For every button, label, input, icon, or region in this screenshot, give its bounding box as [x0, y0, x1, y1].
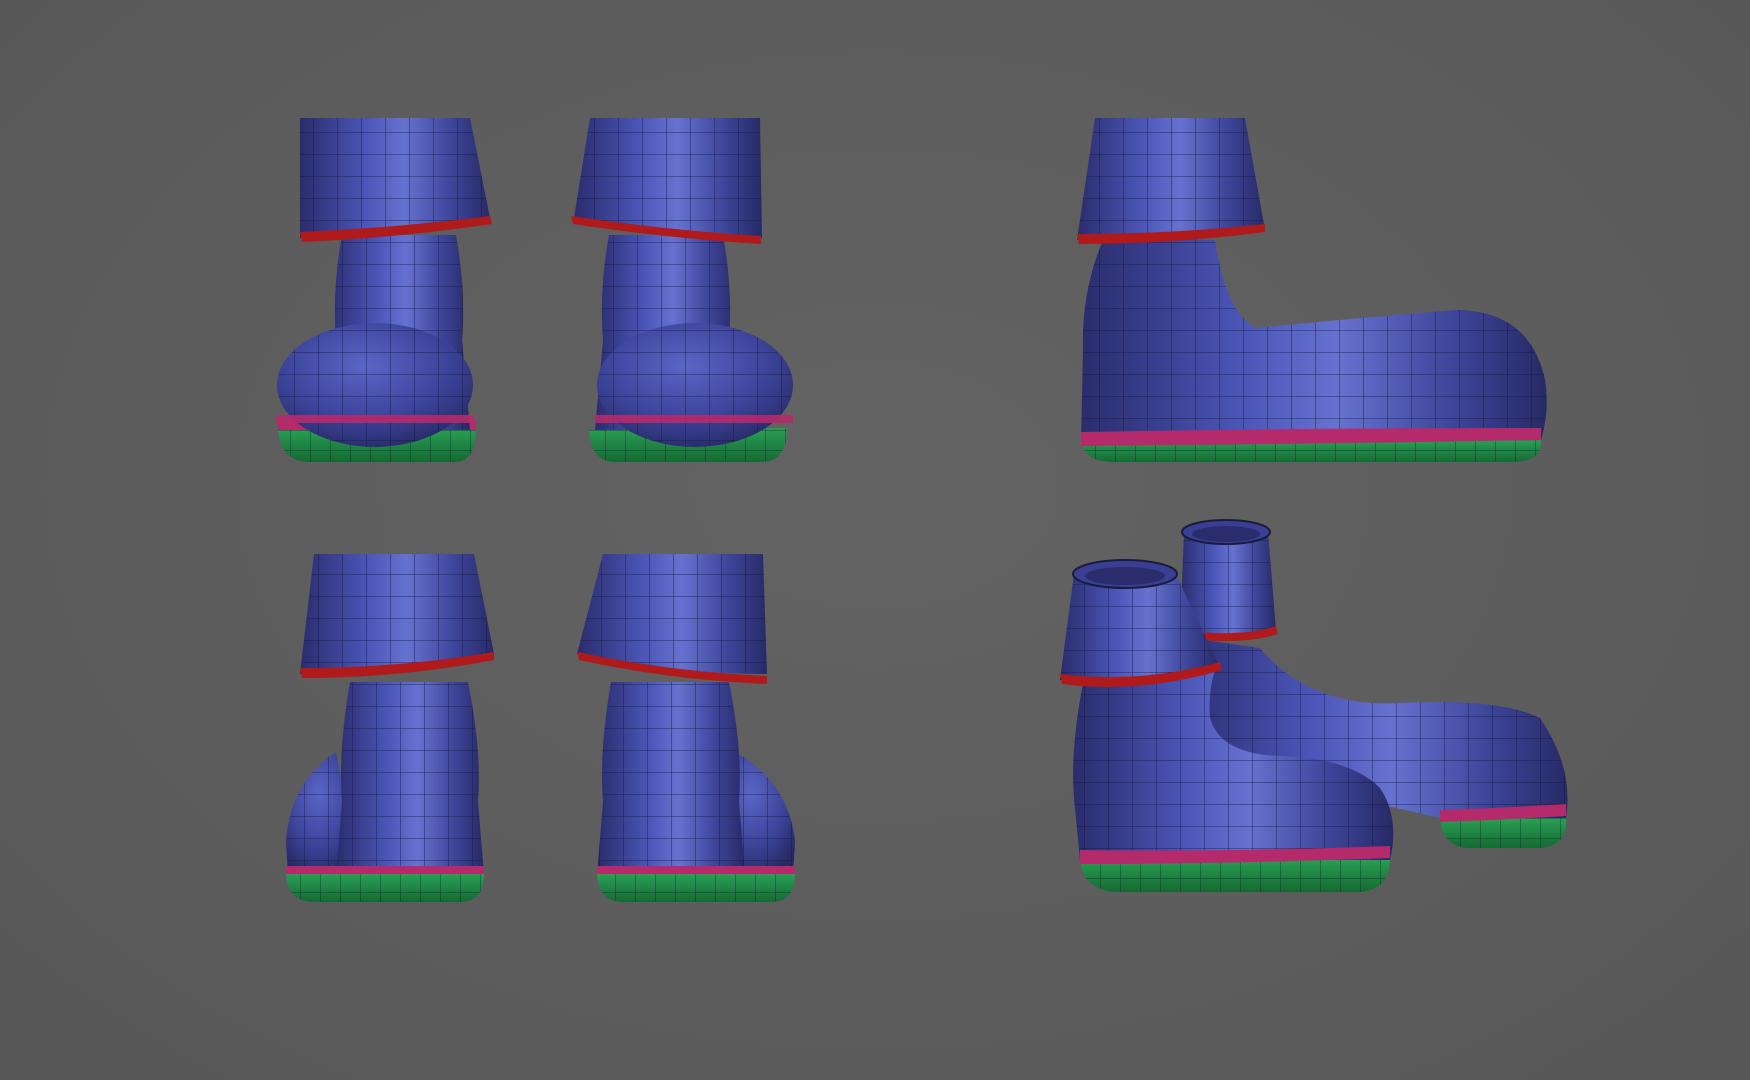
boot-model [1060, 519, 1568, 892]
back-right-boot[interactable] [575, 552, 805, 912]
side-boot[interactable] [1075, 110, 1555, 470]
boot-model [276, 118, 492, 462]
boot-model [1077, 118, 1547, 462]
pair-perspective[interactable] [1060, 518, 1580, 908]
front-right-boot[interactable] [565, 110, 795, 470]
boot-model [577, 554, 795, 902]
boot-model [286, 554, 494, 902]
viewport-canvas[interactable] [0, 0, 1750, 1080]
boot-model [571, 118, 793, 462]
back-left-boot[interactable] [280, 552, 510, 912]
front-left-boot[interactable] [270, 110, 500, 470]
